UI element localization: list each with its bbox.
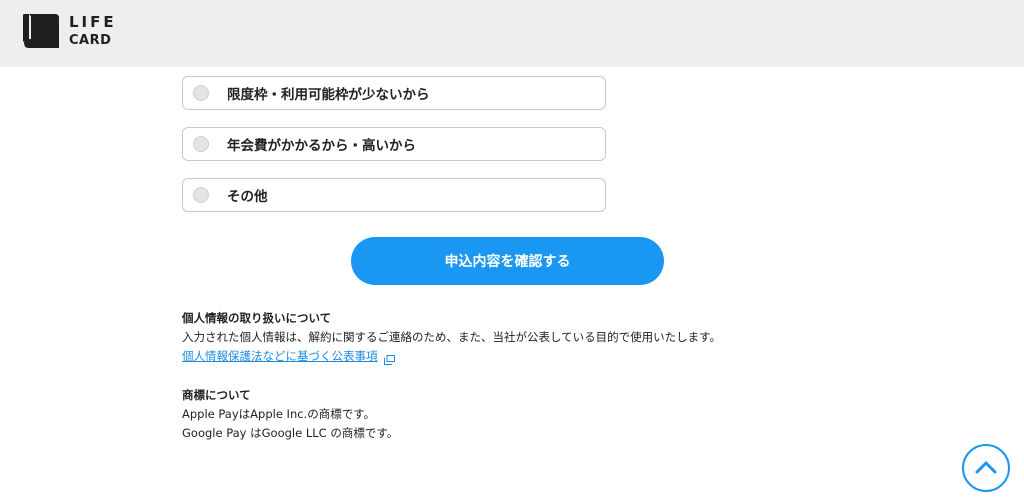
chevron-up-icon bbox=[975, 459, 997, 478]
life-card-logo-icon bbox=[21, 12, 61, 50]
privacy-body: 入力された個人情報は、解約に関するご連絡のため、また、当社が公表している目的で使… bbox=[182, 330, 721, 344]
privacy-disclosure-link[interactable]: 個人情報保護法などに基づく公表事項 bbox=[182, 347, 395, 366]
trademark-title: 商標について bbox=[182, 388, 251, 402]
reason-option-annual-fee[interactable]: 年会費がかかるから・高いから bbox=[182, 127, 606, 161]
radio-button[interactable] bbox=[193, 187, 209, 203]
reason-option-other[interactable]: その他 bbox=[182, 178, 606, 212]
reason-option-limit[interactable]: 限度枠・利用可能枠が少ないから bbox=[182, 76, 606, 110]
logo-text: LIFE CARD bbox=[69, 13, 117, 48]
radio-button[interactable] bbox=[193, 136, 209, 152]
option-label: その他 bbox=[227, 189, 268, 205]
back-to-top-button[interactable] bbox=[962, 444, 1010, 492]
site-header: LIFE CARD bbox=[0, 0, 1024, 67]
privacy-link-text: 個人情報保護法などに基づく公表事項 bbox=[182, 349, 378, 363]
life-card-logo[interactable]: LIFE CARD bbox=[21, 12, 117, 50]
external-link-icon bbox=[383, 352, 395, 365]
trademark-google: Google Pay はGoogle LLC の商標です。 bbox=[182, 426, 399, 440]
logo-text-life: LIFE bbox=[69, 13, 117, 31]
trademark-apple: Apple PayはApple Inc.の商標です。 bbox=[182, 407, 376, 421]
radio-button[interactable] bbox=[193, 85, 209, 101]
privacy-section: 個人情報の取り扱いについて 入力された個人情報は、解約に関するご連絡のため、また… bbox=[182, 309, 721, 366]
option-label: 限度枠・利用可能枠が少ないから bbox=[227, 87, 430, 103]
confirm-application-button[interactable]: 申込内容を確認する bbox=[351, 237, 664, 285]
privacy-title: 個人情報の取り扱いについて bbox=[182, 311, 332, 325]
option-label: 年会費がかかるから・高いから bbox=[227, 138, 416, 154]
trademark-section: 商標について Apple PayはApple Inc.の商標です。 Google… bbox=[182, 386, 398, 443]
logo-text-card: CARD bbox=[69, 33, 112, 48]
